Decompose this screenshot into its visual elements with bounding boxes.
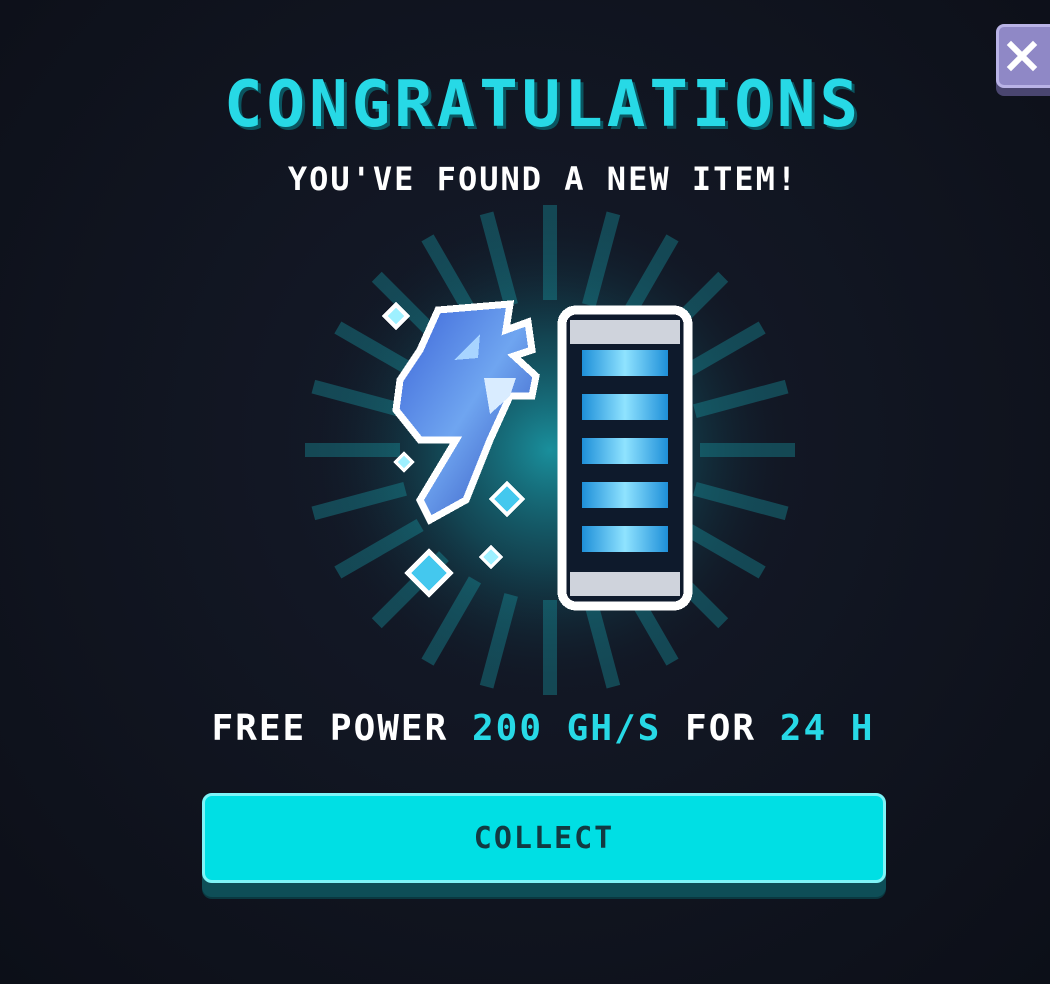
reward-middle: for	[685, 708, 757, 749]
reward-power-value: 200 Gh/s	[471, 708, 662, 749]
collect-button-label: Collect	[473, 820, 615, 856]
reward-dialog: Congratulations You've found a new item!	[0, 0, 1050, 984]
reward-duration-value: 24 h	[779, 708, 875, 749]
collect-button[interactable]: Collect	[202, 793, 886, 883]
reward-prefix: Free power	[211, 708, 449, 749]
reward-description: Free power 200 Gh/s for 24 h	[18, 708, 1050, 749]
dialog-subtitle: You've found a new item!	[287, 160, 799, 198]
dialog-title: Congratulations	[224, 68, 862, 142]
power-battery-icon	[300, 200, 800, 700]
